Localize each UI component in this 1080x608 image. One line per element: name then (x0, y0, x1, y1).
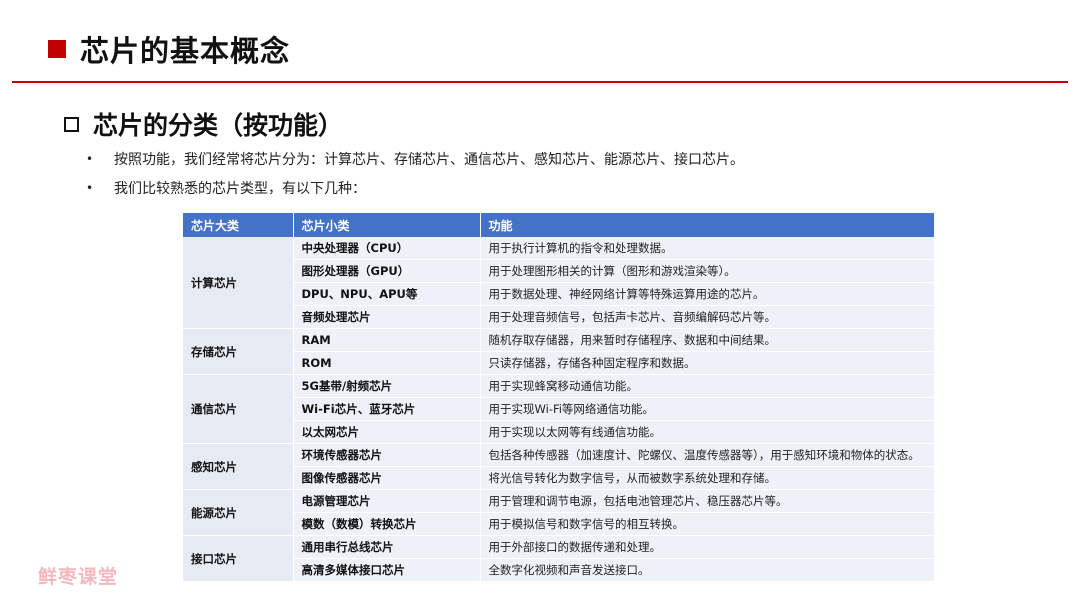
chip-classification-table: 芯片大类 芯片小类 功能 计算芯片 中央处理器（CPU） 用于执行计算机的指令和… (183, 213, 935, 582)
function-cell: 随机存取存储器，用来暂时存储程序、数据和中间结果。 (480, 328, 935, 352)
subcategory-cell: 图形处理器（GPU） (293, 259, 481, 283)
table-header-row: 芯片大类 芯片小类 功能 (183, 213, 935, 237)
title-square-icon (48, 40, 66, 58)
section-title: 芯片的分类（按功能） (93, 111, 344, 140)
watermark-logo: 鲜枣课堂 (38, 566, 119, 588)
table-row: DPU、NPU、APU等 用于数据处理、神经网络计算等特殊运算用途的芯片。 (183, 282, 935, 306)
subcategory-cell: 通用串行总线芯片 (293, 535, 481, 559)
table-row: 计算芯片 中央处理器（CPU） 用于执行计算机的指令和处理数据。 (183, 237, 935, 329)
table-row: 感知芯片 环境传感器芯片 包括各种传感器（加速度计、陀螺仪、温度传感器等），用于… (183, 443, 935, 490)
subcategory-cell: 电源管理芯片 (293, 489, 481, 513)
hollow-square-bullet-icon (64, 116, 79, 132)
subcategory-cell: RAM (293, 328, 481, 352)
bullet-dot-icon: • (86, 181, 94, 195)
category-cell: 计算芯片 (183, 237, 294, 329)
table-row: 模数（数模）转换芯片 用于模拟信号和数字信号的相互转换。 (183, 512, 935, 536)
subcategory-cell: ROM (293, 351, 481, 375)
slide-title-bar: 芯片的基本概念 (48, 28, 290, 70)
subcategory-cell: Wi-Fi芯片、蓝牙芯片 (293, 397, 481, 421)
table-row: 接口芯片 通用串行总线芯片 用于外部接口的数据传递和处理。 (183, 535, 935, 582)
bullet-text: 我们比较熟悉的芯片类型，有以下几种： (114, 181, 366, 197)
function-cell: 用于外部接口的数据传递和处理。 (480, 535, 935, 559)
category-cell: 接口芯片 (183, 535, 294, 582)
bullet-item: • 按照功能，我们经常将芯片分为：计算芯片、存储芯片、通信芯片、感知芯片、能源芯… (86, 149, 744, 169)
category-cell: 感知芯片 (183, 443, 294, 490)
category-cell: 通信芯片 (183, 374, 294, 444)
table-row: 存储芯片 RAM 随机存取存储器，用来暂时存储程序、数据和中间结果。 (183, 328, 935, 375)
subcategory-cell: 以太网芯片 (293, 420, 481, 444)
header-function: 功能 (480, 213, 935, 237)
subcategory-cell: 5G基带/射频芯片 (293, 374, 481, 398)
function-cell: 用于实现Wi-Fi等网络通信功能。 (480, 397, 935, 421)
function-cell: 只读存储器，存储各种固定程序和数据。 (480, 351, 935, 375)
title-divider (12, 81, 1068, 83)
table-row: 音频处理芯片 用于处理音频信号，包括声卡芯片、音频编解码芯片等。 (183, 305, 935, 329)
table-row: 图像传感器芯片 将光信号转化为数字信号，从而被数字系统处理和存储。 (183, 466, 935, 490)
function-cell: 用于数据处理、神经网络计算等特殊运算用途的芯片。 (480, 282, 935, 306)
subcategory-cell: 中央处理器（CPU） (293, 237, 481, 260)
subcategory-cell: DPU、NPU、APU等 (293, 282, 481, 306)
subcategory-cell: 高清多媒体接口芯片 (293, 558, 481, 582)
bullet-text: 按照功能，我们经常将芯片分为：计算芯片、存储芯片、通信芯片、感知芯片、能源芯片、… (114, 152, 744, 168)
bullet-dot-icon: • (86, 152, 94, 166)
category-cell: 存储芯片 (183, 328, 294, 375)
category-cell: 能源芯片 (183, 489, 294, 536)
table-row: 通信芯片 5G基带/射频芯片 用于实现蜂窝移动通信功能。 (183, 374, 935, 444)
section-heading: 芯片的分类（按功能） (64, 106, 343, 142)
table-row: 高清多媒体接口芯片 全数字化视频和声音发送接口。 (183, 558, 935, 582)
function-cell: 用于模拟信号和数字信号的相互转换。 (480, 512, 935, 536)
subcategory-cell: 模数（数模）转换芯片 (293, 512, 481, 536)
function-cell: 用于管理和调节电源，包括电池管理芯片、稳压器芯片等。 (480, 489, 935, 513)
function-cell: 全数字化视频和声音发送接口。 (480, 558, 935, 582)
function-cell: 用于处理图形相关的计算（图形和游戏渲染等）。 (480, 259, 935, 283)
function-cell: 将光信号转化为数字信号，从而被数字系统处理和存储。 (480, 466, 935, 490)
function-cell: 用于实现以太网等有线通信功能。 (480, 420, 935, 444)
header-subcategory: 芯片小类 (293, 213, 481, 237)
table-row: Wi-Fi芯片、蓝牙芯片 用于实现Wi-Fi等网络通信功能。 (183, 397, 935, 421)
subcategory-cell: 图像传感器芯片 (293, 466, 481, 490)
table-row: 图形处理器（GPU） 用于处理图形相关的计算（图形和游戏渲染等）。 (183, 259, 935, 283)
function-cell: 用于执行计算机的指令和处理数据。 (480, 237, 935, 260)
bullet-item: • 我们比较熟悉的芯片类型，有以下几种： (86, 178, 366, 198)
function-cell: 用于处理音频信号，包括声卡芯片、音频编解码芯片等。 (480, 305, 935, 329)
subcategory-cell: 音频处理芯片 (293, 305, 481, 329)
table-row: 能源芯片 电源管理芯片 用于管理和调节电源，包括电池管理芯片、稳压器芯片等。 (183, 489, 935, 536)
table-row: ROM 只读存储器，存储各种固定程序和数据。 (183, 351, 935, 375)
function-cell: 用于实现蜂窝移动通信功能。 (480, 374, 935, 398)
header-category: 芯片大类 (183, 213, 294, 237)
subcategory-cell: 环境传感器芯片 (293, 443, 481, 467)
table-row: 以太网芯片 用于实现以太网等有线通信功能。 (183, 420, 935, 444)
page-title: 芯片的基本概念 (80, 34, 291, 68)
function-cell: 包括各种传感器（加速度计、陀螺仪、温度传感器等），用于感知环境和物体的状态。 (480, 443, 935, 467)
